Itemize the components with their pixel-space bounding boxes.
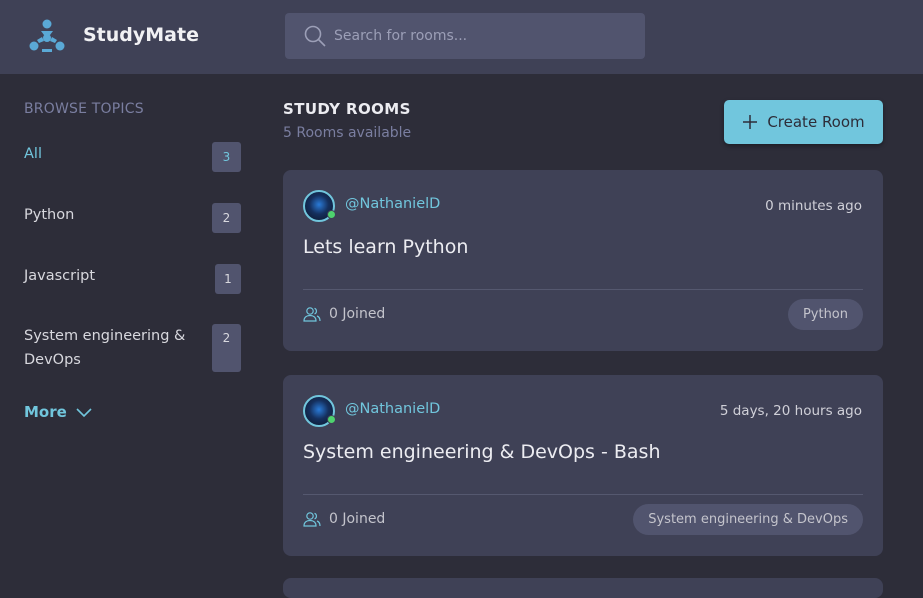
create-room-button[interactable]: Create Room bbox=[724, 100, 883, 144]
host-username-link[interactable]: @NathanielD bbox=[345, 401, 440, 417]
topic-item-all[interactable]: All 3 bbox=[24, 142, 242, 172]
search-bar[interactable] bbox=[285, 13, 645, 59]
card-divider bbox=[303, 494, 863, 495]
more-topics-link[interactable]: More bbox=[24, 403, 93, 421]
chevron-down-icon bbox=[76, 408, 92, 418]
search-icon bbox=[304, 25, 326, 47]
topic-item-system-engineering-devops[interactable]: System engineering & DevOps 2 bbox=[24, 324, 242, 372]
joined-count: 0 Joined bbox=[303, 306, 385, 322]
topic-item-python[interactable]: Python 2 bbox=[24, 203, 242, 233]
app-header: StudyMate bbox=[0, 0, 923, 74]
joined-text: 0 Joined bbox=[329, 306, 386, 322]
joined-text: 0 Joined bbox=[329, 511, 386, 527]
online-status-dot bbox=[327, 415, 336, 424]
topic-count-badge: 1 bbox=[215, 264, 241, 294]
study-rooms-heading: STUDY ROOMS bbox=[283, 100, 411, 118]
room-timestamp: 0 minutes ago bbox=[765, 198, 862, 214]
room-title-link[interactable]: System engineering & DevOps - Bash bbox=[303, 441, 661, 463]
room-title-link[interactable]: Lets learn Python bbox=[303, 236, 468, 258]
room-timestamp: 5 days, 20 hours ago bbox=[719, 403, 862, 419]
users-icon bbox=[303, 512, 321, 527]
room-topic-tag[interactable]: Python bbox=[787, 299, 863, 330]
room-card: @NathanielD 5 days, 20 hours ago System … bbox=[283, 375, 883, 556]
search-input[interactable] bbox=[334, 13, 634, 59]
plus-icon bbox=[743, 115, 758, 129]
room-card: @NathanielD 0 minutes ago Lets learn Pyt… bbox=[283, 170, 883, 351]
topic-label: All bbox=[24, 146, 42, 162]
topic-label: System engineering & DevOps bbox=[24, 328, 186, 368]
users-icon bbox=[303, 307, 321, 322]
more-label: More bbox=[24, 403, 67, 421]
host-username-link[interactable]: @NathanielD bbox=[345, 196, 440, 212]
studymate-logo-icon[interactable] bbox=[28, 18, 66, 54]
joined-count: 0 Joined bbox=[303, 511, 385, 527]
room-topic-tag[interactable]: System engineering & DevOps bbox=[633, 504, 863, 535]
brand-name[interactable]: StudyMate bbox=[83, 24, 199, 46]
topic-count-badge: 2 bbox=[212, 324, 241, 372]
online-status-dot bbox=[327, 210, 336, 219]
browse-topics-heading: BROWSE TOPICS bbox=[24, 101, 144, 117]
topic-count-badge: 2 bbox=[212, 203, 241, 233]
topic-label: Python bbox=[24, 207, 75, 223]
card-divider bbox=[303, 289, 863, 290]
topic-label: Javascript bbox=[24, 268, 96, 284]
rooms-count-text: 5 Rooms available bbox=[283, 125, 412, 141]
room-card-partial bbox=[283, 578, 883, 598]
create-room-label: Create Room bbox=[767, 113, 865, 131]
topic-item-javascript[interactable]: Javascript 1 bbox=[24, 264, 242, 294]
topic-count-badge: 3 bbox=[212, 142, 241, 172]
